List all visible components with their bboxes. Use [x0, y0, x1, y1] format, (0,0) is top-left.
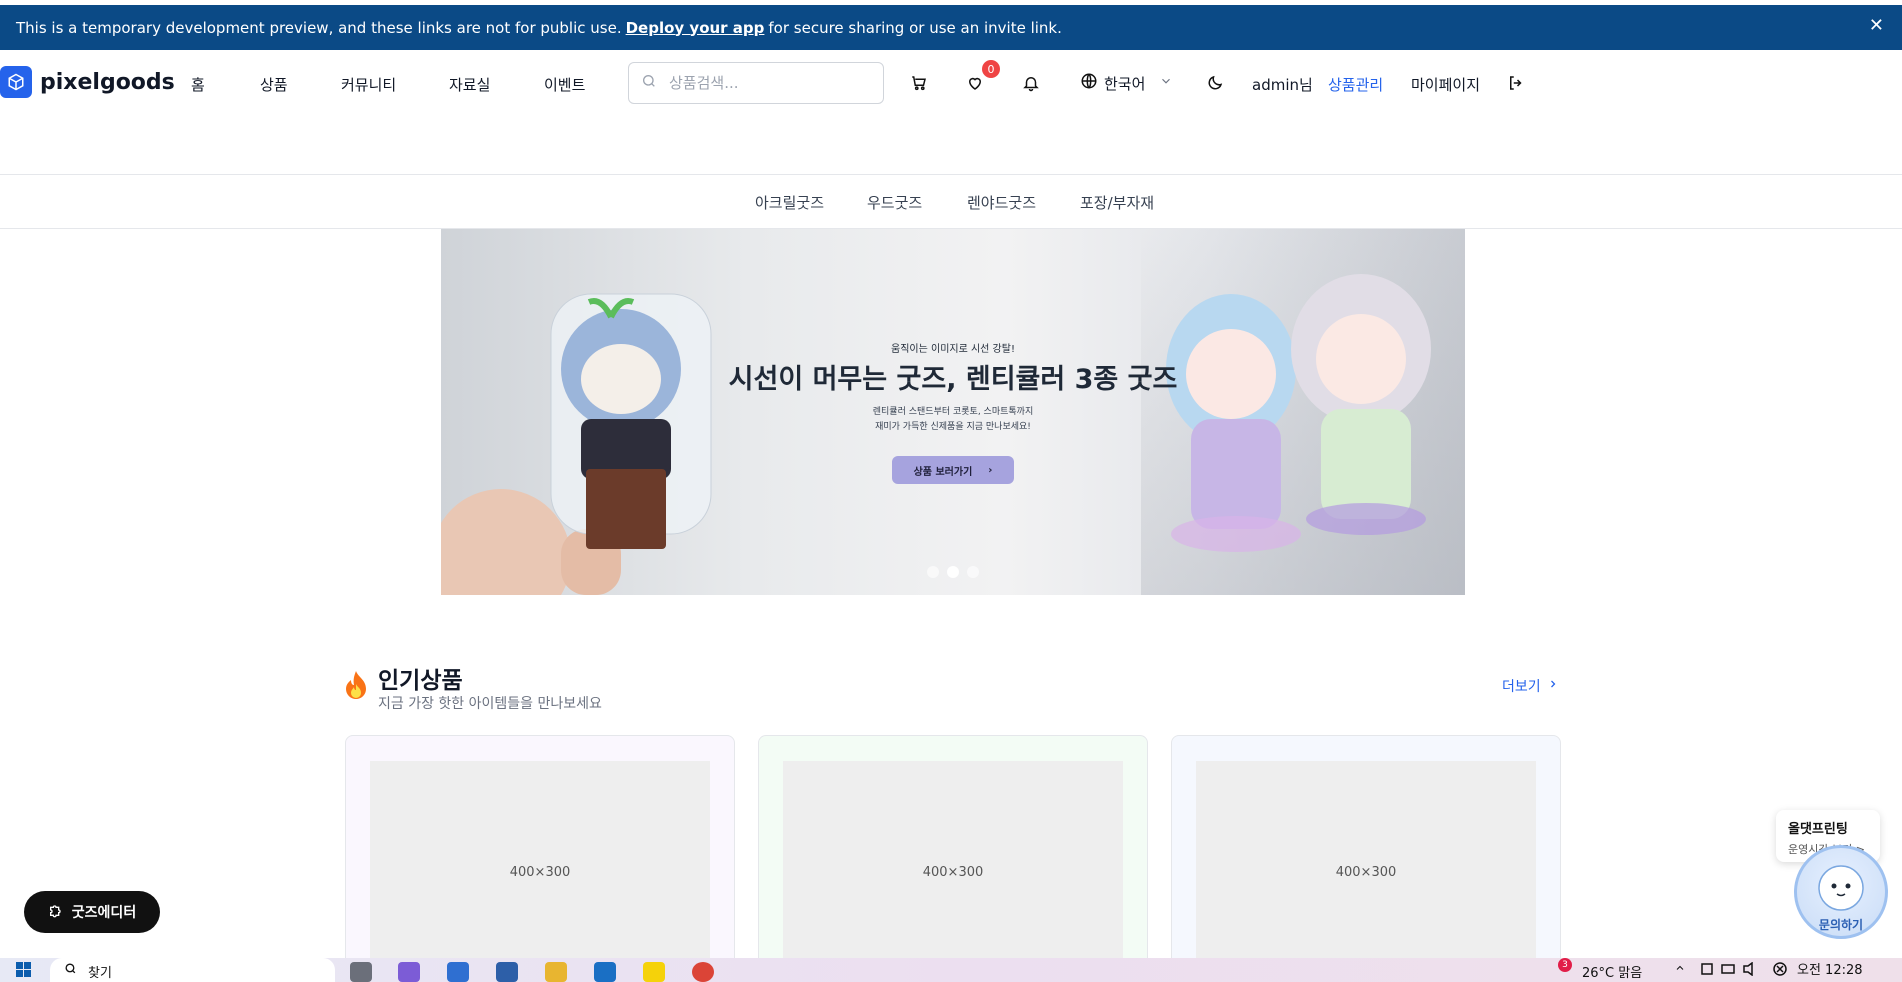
- preview-banner: This is a temporary development preview,…: [0, 5, 1902, 50]
- hero-desc-line2: 재미가 가득한 신제품을 지금 만나보세요!: [875, 422, 1031, 432]
- globe-icon: [1080, 72, 1098, 94]
- product-card[interactable]: 400×300: [1171, 735, 1561, 982]
- language-label: 한국어: [1104, 74, 1146, 93]
- task-view-icon[interactable]: [350, 962, 372, 982]
- stand-base-right: [1306, 503, 1426, 535]
- windows-start-icon[interactable]: [16, 962, 32, 982]
- search-box[interactable]: [628, 62, 884, 104]
- product-card[interactable]: 400×300: [345, 735, 735, 982]
- banner-text-after: for secure sharing or use an invite link…: [768, 18, 1062, 37]
- hero-banner[interactable]: 움직이는 이미지로 시선 강탈! 시선이 머무는 굿즈, 렌티큘러 3종 굿즈 …: [441, 229, 1465, 595]
- chrome-icon[interactable]: [692, 962, 714, 982]
- girl-left-outfit: [1191, 419, 1281, 529]
- search-icon: [641, 73, 657, 93]
- banner-text: This is a temporary development preview,…: [16, 18, 622, 37]
- user-greeting: admin님: [1252, 76, 1313, 94]
- copilot-icon[interactable]: [398, 962, 420, 982]
- outlook-icon[interactable]: [594, 962, 616, 982]
- hand-shape: [441, 489, 571, 595]
- puzzle-icon: [48, 902, 64, 922]
- taskbar-search-text: 찾기: [88, 966, 112, 981]
- cube-icon: [0, 66, 32, 98]
- carousel-dots: [441, 566, 1465, 578]
- nav-products[interactable]: 상품: [260, 74, 288, 95]
- bell-icon[interactable]: [1020, 72, 1042, 94]
- carousel-dot[interactable]: [967, 566, 979, 578]
- hero-desc-line1: 렌티큘러 스탠드부터 코롯토, 스마트톡까지: [872, 407, 1034, 417]
- wishlist-count-badge: 0: [982, 60, 1000, 78]
- editor-app-icon[interactable]: [496, 962, 518, 982]
- fire-icon: [343, 670, 369, 704]
- notification-badge: 3: [1558, 958, 1572, 972]
- inquiry-button[interactable]: 문의하기: [1794, 845, 1888, 939]
- section-title: 인기상품: [378, 668, 463, 694]
- hero-title: 시선이 머무는 굿즈, 렌티큘러 3종 굿즈: [728, 364, 1178, 395]
- category-lanyard[interactable]: 렌야드굿즈: [967, 192, 1036, 213]
- inquiry-label: 문의하기: [1818, 918, 1864, 932]
- category-acrylic[interactable]: 아크릴굿즈: [755, 192, 824, 213]
- close-icon[interactable]: ✕: [1869, 15, 1884, 36]
- carousel-dot[interactable]: [927, 566, 939, 578]
- clock[interactable]: 오전 12:28: [1797, 959, 1863, 978]
- admin-products-link[interactable]: 상품관리: [1328, 74, 1383, 95]
- chevron-right-icon: [1547, 678, 1559, 694]
- site-header: pixelgoods 홈 상품 커뮤니티 자료실 이벤트 0: [0, 50, 1902, 175]
- inquiry-title: 올댓프린팅: [1788, 822, 1848, 837]
- taskbar: 찾기 3 26°C 맑음 오전 12:28: [0, 958, 1902, 982]
- view-products-label: 상품 보러가기: [913, 466, 973, 478]
- moon-icon[interactable]: [1204, 72, 1226, 94]
- stand-base-left: [1171, 516, 1301, 552]
- search-input[interactable]: [669, 74, 859, 92]
- logout-icon[interactable]: [1505, 72, 1527, 94]
- chevron-up-icon[interactable]: [1674, 962, 1686, 978]
- product-image-placeholder: 400×300: [1196, 761, 1536, 982]
- category-wood[interactable]: 우드굿즈: [867, 192, 922, 213]
- more-link[interactable]: 더보기: [1502, 676, 1559, 696]
- goods-editor-label: 굿즈에디터: [71, 905, 137, 921]
- carousel-dot[interactable]: [947, 566, 959, 578]
- nav-community[interactable]: 커뮤니티: [341, 74, 396, 95]
- category-bar: 아크릴굿즈 우드굿즈 렌야드굿즈 포장/부자재: [0, 176, 1902, 229]
- nav-resources[interactable]: 자료실: [449, 74, 490, 95]
- view-products-button[interactable]: 상품 보러가기 ›: [892, 456, 1014, 484]
- heart-icon[interactable]: [964, 72, 986, 94]
- mypage-link[interactable]: 마이페이지: [1411, 74, 1480, 95]
- weather-text[interactable]: 26°C 맑음: [1582, 962, 1642, 981]
- hero-description: 렌티큘러 스탠드부터 코롯토, 스마트톡까지 재미가 가득한 신제품을 지금 만…: [441, 405, 1465, 435]
- taskbar-search[interactable]: 찾기: [50, 958, 335, 982]
- more-label: 더보기: [1502, 679, 1541, 695]
- deploy-app-link[interactable]: Deploy your app: [626, 19, 765, 37]
- store-icon[interactable]: [447, 962, 469, 982]
- product-card[interactable]: 400×300: [758, 735, 1148, 982]
- language-selector[interactable]: 한국어: [1080, 72, 1173, 94]
- cart-icon[interactable]: [908, 72, 930, 94]
- system-tray-icons[interactable]: [1700, 961, 1792, 977]
- logo-text: pixelgoods: [40, 69, 175, 95]
- kakaotalk-icon[interactable]: [643, 962, 665, 982]
- nav-events[interactable]: 이벤트: [544, 74, 585, 95]
- product-image-placeholder: 400×300: [783, 761, 1123, 982]
- mascot-icon: [1818, 865, 1864, 911]
- chevron-right-icon: ›: [988, 464, 993, 476]
- folder-icon[interactable]: [545, 962, 567, 982]
- chevron-down-icon: [1159, 74, 1173, 92]
- logo[interactable]: pixelgoods: [0, 66, 175, 98]
- product-image-placeholder: 400×300: [370, 761, 710, 982]
- nav-home[interactable]: 홈: [191, 74, 205, 95]
- goods-editor-button[interactable]: 굿즈에디터: [24, 891, 160, 933]
- hero-kicker: 움직이는 이미지로 시선 강탈!: [891, 344, 1015, 355]
- section-subtitle: 지금 가장 핫한 아이템들을 만나보세요: [378, 696, 602, 712]
- search-icon: [64, 962, 77, 979]
- category-packaging[interactable]: 포장/부자재: [1080, 192, 1154, 213]
- podium: [586, 469, 666, 549]
